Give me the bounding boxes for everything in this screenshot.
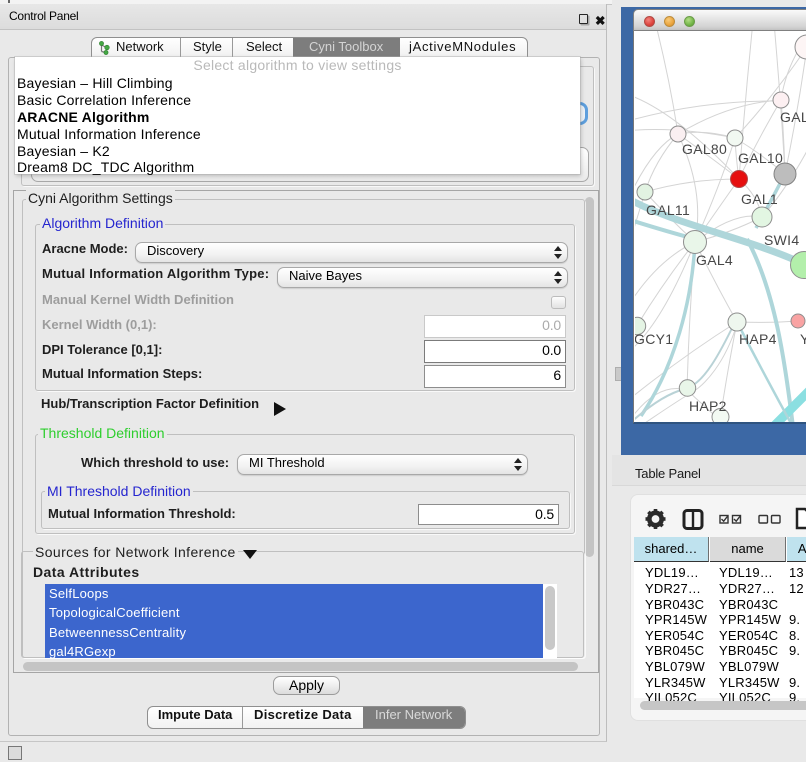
svg-text:GCY1: GCY1 bbox=[635, 331, 673, 347]
svg-text:Y: Y bbox=[800, 331, 806, 347]
svg-text:SWI4: SWI4 bbox=[764, 232, 799, 248]
svg-text:GAL11: GAL11 bbox=[646, 202, 690, 218]
svg-text:HAP4: HAP4 bbox=[739, 331, 777, 347]
svg-text:GAL7: GAL7 bbox=[780, 109, 806, 125]
svg-text:GAL10: GAL10 bbox=[738, 150, 783, 166]
svg-text:GAL80: GAL80 bbox=[682, 141, 727, 157]
svg-text:HAP2: HAP2 bbox=[689, 398, 727, 414]
svg-text:GAL4: GAL4 bbox=[696, 252, 733, 268]
svg-text:GAL1: GAL1 bbox=[741, 191, 778, 207]
